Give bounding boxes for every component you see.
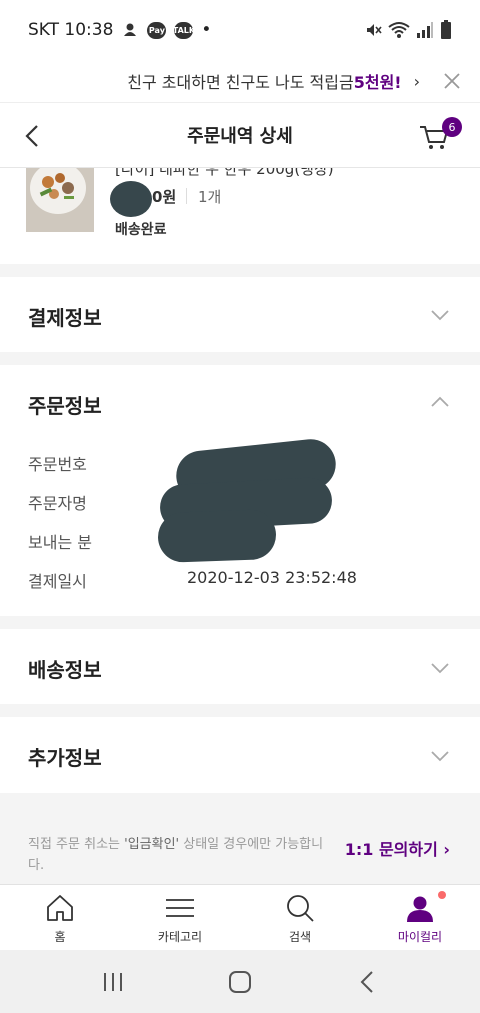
search-icon xyxy=(287,895,314,922)
delivery-status: 배송완료 xyxy=(115,222,167,238)
back-icon[interactable] xyxy=(347,962,387,1002)
payment-info-section[interactable]: 결제정보 xyxy=(0,277,480,352)
tab-my-kurly[interactable]: 마이컬리 xyxy=(360,885,480,950)
carrier-time: SKT 10:38 xyxy=(28,20,114,40)
tab-category[interactable]: 카테고리 xyxy=(120,885,240,950)
talk-icon: TALK xyxy=(173,21,195,39)
wifi-icon xyxy=(388,21,410,39)
system-navigation-bar xyxy=(0,950,480,1013)
page-header: 주문내역 상세 6 xyxy=(0,102,480,168)
battery-icon xyxy=(440,20,452,40)
mute-icon xyxy=(364,21,382,39)
status-bar: SKT 10:38 Pay TALK • xyxy=(0,0,480,60)
banner-text: 친구 초대하면 친구도 나도 적립금 xyxy=(127,73,354,92)
signal-icon xyxy=(416,21,434,39)
section-title-extra: 추가정보 xyxy=(28,746,102,770)
tab-home[interactable]: 홈 xyxy=(0,885,120,950)
order-number-label: 주문번호 xyxy=(28,455,87,474)
redaction-mark xyxy=(110,181,152,217)
extra-info-section[interactable]: 추가정보 xyxy=(0,717,480,793)
tab-search[interactable]: 검색 xyxy=(240,885,360,950)
cancel-note-text: 직접 주문 취소는 '입금확인' 상태일 경우에만 가능합니다. xyxy=(28,837,324,873)
chevron-right-icon: › xyxy=(413,71,420,91)
section-title-order: 주문정보 xyxy=(28,394,102,418)
chevron-down-icon xyxy=(431,663,449,674)
back-arrow-icon[interactable] xyxy=(20,123,46,149)
chevron-down-icon xyxy=(431,751,449,762)
product-item[interactable]: [다이] 대파한 우 한우 200g(냉장) 5,900원 1개 배송완료 xyxy=(0,168,480,264)
payment-date-value: 2020-12-03 23:52:48 xyxy=(187,568,357,587)
notification-dot xyxy=(438,891,446,899)
notification-bell-icon xyxy=(121,21,139,39)
pay-icon: Pay xyxy=(147,21,167,39)
home-button-icon[interactable] xyxy=(220,962,260,1002)
section-title-delivery: 배송정보 xyxy=(28,658,102,682)
inquiry-link[interactable]: 1:1 문의하기 › xyxy=(345,836,450,860)
recent-apps-icon[interactable] xyxy=(93,962,133,1002)
invite-banner[interactable]: 친구 초대하면 친구도 나도 적립금 5천원! › xyxy=(0,60,480,102)
redaction-mark xyxy=(157,508,277,564)
more-notifications-dot: • xyxy=(201,20,212,40)
user-icon xyxy=(407,896,433,922)
delivery-info-section[interactable]: 배송정보 xyxy=(0,629,480,704)
orderer-name-label: 주문자명 xyxy=(28,494,87,513)
divider xyxy=(186,188,187,204)
product-name: [다이] 대파한 우 한우 200g(냉장) xyxy=(115,168,334,178)
chevron-down-icon xyxy=(431,310,449,321)
product-quantity: 1개 xyxy=(198,188,222,206)
product-thumbnail xyxy=(26,168,94,232)
payment-date-label: 결제일시 xyxy=(28,572,87,591)
close-icon[interactable] xyxy=(440,69,464,93)
sender-label: 보내는 분 xyxy=(28,533,92,552)
menu-icon xyxy=(166,899,194,917)
page-title: 주문내역 상세 xyxy=(187,126,293,147)
section-title-payment: 결제정보 xyxy=(28,306,102,330)
chevron-up-icon[interactable] xyxy=(430,396,450,408)
bottom-tab-bar: 홈 카테고리 검색 마이컬리 xyxy=(0,884,480,950)
order-info-section: 주문정보 주문번호 주문자명 보내는 분 결제일시 2020-12-03 23:… xyxy=(0,365,480,616)
home-icon xyxy=(47,895,73,921)
cancel-note: 직접 주문 취소는 '입금확인' 상태일 경우에만 가능합니다. 1:1 문의하… xyxy=(0,806,480,884)
banner-highlight: 5천원! xyxy=(353,73,402,92)
cart-count-badge: 6 xyxy=(442,117,462,137)
